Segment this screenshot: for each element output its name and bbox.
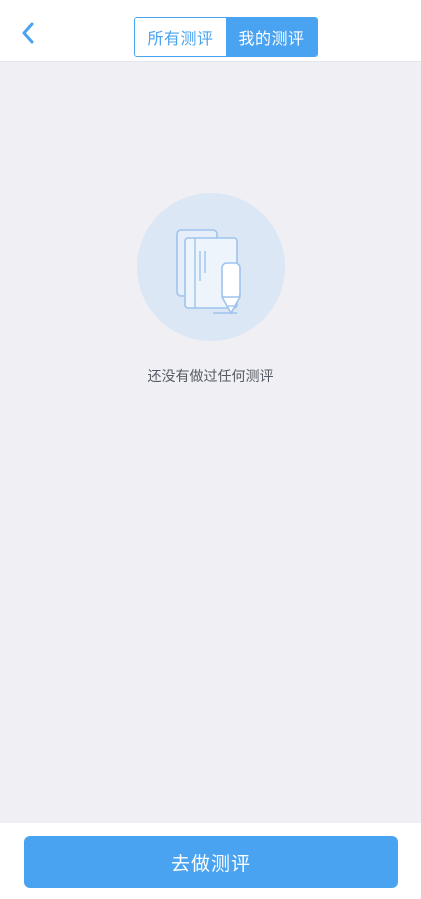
assessment-tab-switch: 所有测评 我的测评 — [134, 17, 318, 57]
chevron-left-icon — [22, 22, 34, 44]
empty-state-illustration — [137, 193, 285, 341]
bottom-action-bar: 去做测评 — [0, 823, 421, 899]
tab-my-assessments[interactable]: 我的测评 — [226, 18, 317, 56]
book-pencil-icon — [176, 229, 241, 314]
tab-all-assessments[interactable]: 所有测评 — [135, 18, 226, 56]
back-button[interactable] — [14, 19, 42, 47]
top-nav-bar: 所有测评 我的测评 — [0, 0, 421, 62]
empty-state-message: 还没有做过任何测评 — [147, 369, 274, 385]
start-assessment-button[interactable]: 去做测评 — [24, 836, 398, 888]
